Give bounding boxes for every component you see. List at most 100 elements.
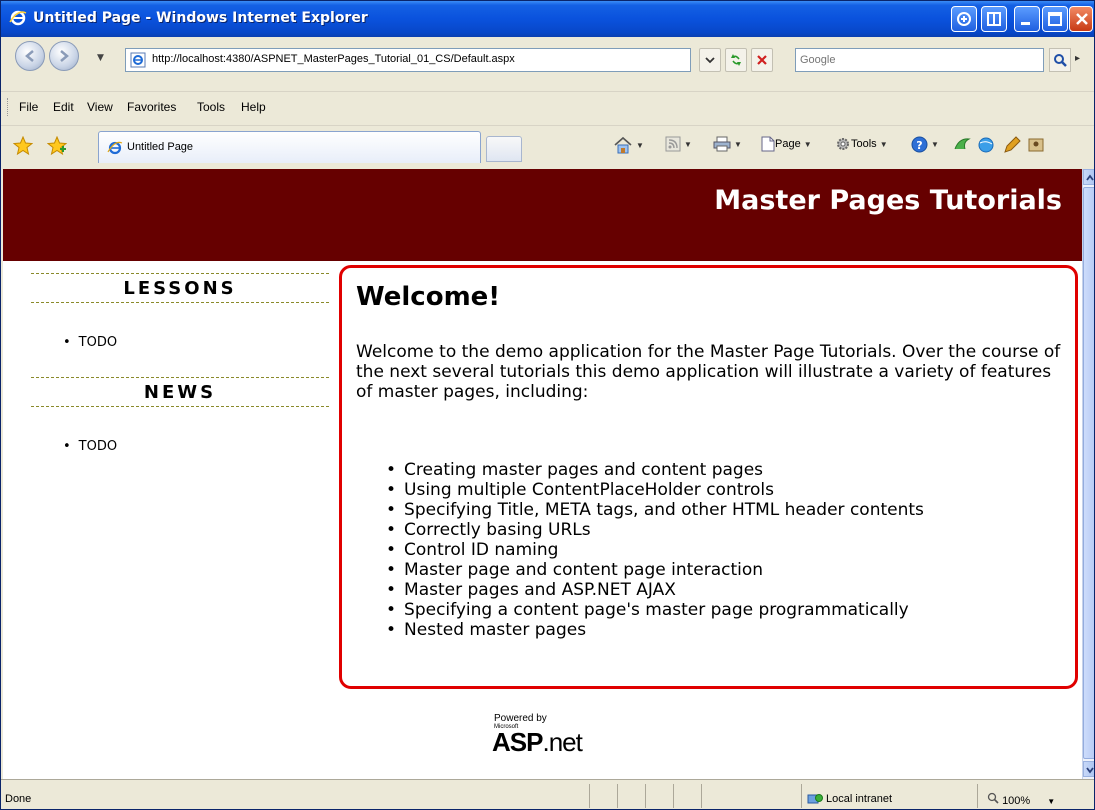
maximize-button[interactable] [1042,6,1068,32]
search-icon [1054,54,1067,67]
menu-grip [7,98,10,116]
title-bar[interactable]: Untitled Page - Windows Internet Explore… [1,1,1094,37]
window-title: Untitled Page - Windows Internet Explore… [33,10,368,26]
refresh-button[interactable] [725,48,747,72]
back-button[interactable] [15,41,45,71]
magnifier-icon [987,792,999,804]
home-icon [614,136,632,154]
news-list-item: TODO [63,439,117,454]
history-dropdown-icon[interactable]: ▼ [97,53,104,63]
home-button[interactable]: ▼ [613,136,644,158]
tab-untitled-page[interactable]: Untitled Page [98,131,481,163]
intro-paragraph: Welcome to the demo application for the … [356,342,1061,402]
list-item: Correctly basing URLs [386,520,1066,540]
minimize-icon [1021,22,1030,25]
status-bar: Done Local intranet 100% ▼ [1,779,1094,809]
ie-logo-icon [9,10,27,26]
layout-caption-button[interactable] [981,6,1007,32]
list-item: Master pages and ASP.NET AJAX [386,580,1066,600]
minimize-button[interactable] [1014,6,1040,32]
browser-window: Untitled Page - Windows Internet Explore… [0,0,1095,810]
tools-menu-button[interactable]: Tools ▼ [835,136,888,158]
tab-toolbar: Untitled Page ▼ ▼ ▼ Page ▼ Tools ▼ ? ▼ [1,125,1094,169]
menu-edit[interactable]: Edit [53,100,74,114]
scroll-thumb[interactable] [1083,187,1094,759]
page-viewport[interactable]: Master Pages Tutorials LESSONS TODO NEWS… [3,169,1082,779]
close-icon [1076,13,1088,25]
aspnet-wordmark: ASP.net [492,727,583,758]
status-divider [589,784,590,808]
refresh-icon [731,54,741,66]
forward-arrow-icon [60,50,69,62]
search-input[interactable] [800,52,1035,68]
search-options-icon[interactable]: ▸ [1075,53,1080,64]
content-heading: Welcome! [356,282,501,312]
status-divider [801,784,802,808]
list-item: Control ID naming [386,540,1066,560]
zoom-dropdown-icon[interactable]: ▼ [1047,797,1055,806]
search-box[interactable] [795,48,1044,72]
powered-by-aspnet-logo[interactable]: Powered by Microsoft ASP.net [490,709,610,765]
feeds-button[interactable]: ▼ [665,136,692,158]
address-field[interactable]: http://localhost:4380/ASPNET_MasterPages… [125,48,691,72]
pencil-icon [1004,136,1021,153]
extra-caption-button[interactable] [951,6,977,32]
printer-icon [713,136,731,152]
chevron-down-icon [705,57,715,64]
tools-menu-label: Tools [851,137,877,150]
vertical-scrollbar[interactable] [1082,169,1094,779]
new-tab-button[interactable] [486,136,522,162]
close-button[interactable] [1069,6,1093,32]
list-item: Creating master pages and content pages [386,460,1066,480]
research-globe-icon [978,137,994,153]
zone-label: Local intranet [826,792,893,805]
back-arrow-icon [25,50,34,62]
menu-favorites[interactable]: Favorites [127,100,176,114]
blog-button[interactable] [1003,136,1021,158]
menu-file[interactable]: File [19,100,38,114]
status-divider [673,784,674,808]
url-text: http://localhost:4380/ASPNET_MasterPages… [152,53,515,65]
security-zone[interactable]: Local intranet [807,792,892,806]
menu-tools[interactable]: Tools [197,100,225,114]
page-menu-button[interactable]: Page ▼ [761,136,812,158]
svg-text:?: ? [916,139,922,152]
scroll-up-button[interactable] [1083,169,1094,185]
messenger-button[interactable] [953,136,971,158]
page-icon [761,136,775,152]
list-item: Using multiple ContentPlaceHolder contro… [386,480,1066,500]
forward-button[interactable] [49,41,79,71]
stop-button[interactable] [751,48,773,72]
dotnet-text: .net [542,727,582,757]
messenger-contacts-button[interactable] [1027,136,1045,158]
list-item: Specifying Title, META tags, and other H… [386,500,1066,520]
tab-ie-icon [107,141,123,155]
chevron-down-icon [1086,767,1094,774]
help-icon: ? [911,136,928,153]
scroll-down-button[interactable] [1083,761,1094,777]
search-button[interactable] [1049,48,1071,72]
tab-label: Untitled Page [127,141,194,153]
status-divider [645,784,646,808]
main-content: Welcome! Welcome to the demo application… [339,265,1078,689]
lessons-heading: LESSONS [31,273,329,303]
gear-icon [837,138,849,150]
print-button[interactable]: ▼ [713,136,742,158]
address-dropdown-button[interactable] [699,48,721,72]
chevron-up-icon [1086,174,1094,181]
list-item: Master page and content page interaction [386,560,1066,580]
help-button[interactable]: ? ▼ [911,136,939,158]
list-item: Nested master pages [386,620,1066,640]
intranet-globe-icon [807,794,823,804]
page-ie-icon [130,52,146,68]
zoom-level: 100% [1002,795,1031,807]
feature-list: Creating master pages and content pages … [386,460,1066,640]
menu-help[interactable]: Help [241,100,266,114]
favorites-star-icon[interactable] [13,136,33,156]
lessons-list-item: TODO [63,335,117,350]
restore-arrows-icon [957,12,971,26]
zoom-control[interactable]: 100% ▼ [987,792,1055,807]
add-favorites-icon[interactable] [47,136,67,156]
menu-view[interactable]: View [87,100,113,114]
research-button[interactable] [977,136,995,158]
